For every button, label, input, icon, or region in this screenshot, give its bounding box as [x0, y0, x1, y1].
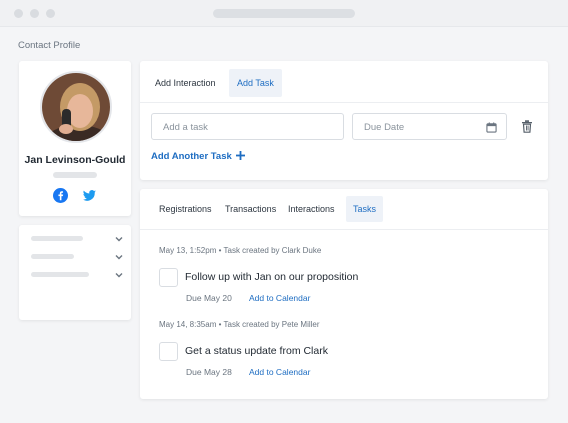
- address-bar[interactable]: [213, 9, 355, 18]
- tasks-card: Registrations Transactions Interactions …: [140, 189, 548, 399]
- task-creator: Task created by Pete Miller: [223, 320, 320, 329]
- window-minimize-dot[interactable]: [30, 9, 39, 18]
- chevron-down-icon[interactable]: [114, 270, 124, 280]
- profile-card: Jan Levinson-Gould: [19, 61, 131, 216]
- window-maximize-dot[interactable]: [46, 9, 55, 18]
- task-title: Follow up with Jan on our proposition: [185, 271, 359, 283]
- tab-interactions[interactable]: Interactions: [281, 196, 342, 222]
- task-date: May 13, 1:52pm: [159, 246, 217, 255]
- calendar-icon[interactable]: [486, 122, 497, 133]
- due-date-field[interactable]: Due Date: [352, 113, 507, 140]
- window-close-dot[interactable]: [14, 9, 23, 18]
- plus-icon: [236, 151, 246, 160]
- task-title: Get a status update from Clark: [185, 345, 328, 357]
- add-to-calendar-link[interactable]: Add to Calendar: [249, 367, 310, 377]
- avatar: [40, 71, 112, 143]
- profile-menu-card: [19, 225, 131, 320]
- tab-add-interaction[interactable]: Add Interaction: [148, 69, 223, 97]
- task-creator: Task created by Clark Duke: [223, 246, 322, 255]
- tab-add-task[interactable]: Add Task: [229, 69, 282, 97]
- profile-name: Jan Levinson-Gould: [24, 154, 126, 166]
- task-due-date: Due May 28: [186, 367, 232, 377]
- add-another-task-label: Add Another Task: [151, 151, 232, 162]
- facebook-icon[interactable]: [53, 188, 68, 203]
- task-checkbox[interactable]: [159, 342, 178, 361]
- interaction-tabs: Add Interaction Add Task: [140, 61, 548, 103]
- menu-row-placeholder[interactable]: [31, 254, 74, 259]
- task-date: May 14, 8:35am: [159, 320, 217, 329]
- task-due-date: Due May 20: [186, 293, 232, 303]
- activity-tabs: Registrations Transactions Interactions …: [140, 189, 548, 230]
- task-meta: May 13, 1:52pm • Task created by Clark D…: [159, 246, 321, 255]
- task-input[interactable]: Add a task: [151, 113, 344, 140]
- tab-transactions[interactable]: Transactions: [218, 196, 283, 222]
- profile-subtitle-placeholder: [53, 172, 97, 178]
- trash-icon[interactable]: [521, 120, 533, 133]
- task-checkbox[interactable]: [159, 268, 178, 287]
- task-input-placeholder: Add a task: [163, 122, 208, 133]
- tab-registrations[interactable]: Registrations: [152, 196, 219, 222]
- menu-row-placeholder[interactable]: [31, 236, 83, 241]
- add-to-calendar-link[interactable]: Add to Calendar: [249, 293, 310, 303]
- due-date-placeholder: Due Date: [364, 122, 405, 133]
- add-another-task-button[interactable]: Add Another Task: [151, 150, 246, 162]
- task-meta: May 14, 8:35am • Task created by Pete Mi…: [159, 320, 320, 329]
- twitter-icon[interactable]: [82, 188, 97, 203]
- browser-chrome: [0, 0, 568, 27]
- add-task-card: Add Interaction Add Task Add a task Due …: [140, 61, 548, 180]
- chevron-down-icon[interactable]: [114, 252, 124, 262]
- tab-tasks[interactable]: Tasks: [346, 196, 384, 222]
- breadcrumb: Contact Profile: [18, 40, 81, 51]
- menu-row-placeholder[interactable]: [31, 272, 89, 277]
- chevron-down-icon[interactable]: [114, 234, 124, 244]
